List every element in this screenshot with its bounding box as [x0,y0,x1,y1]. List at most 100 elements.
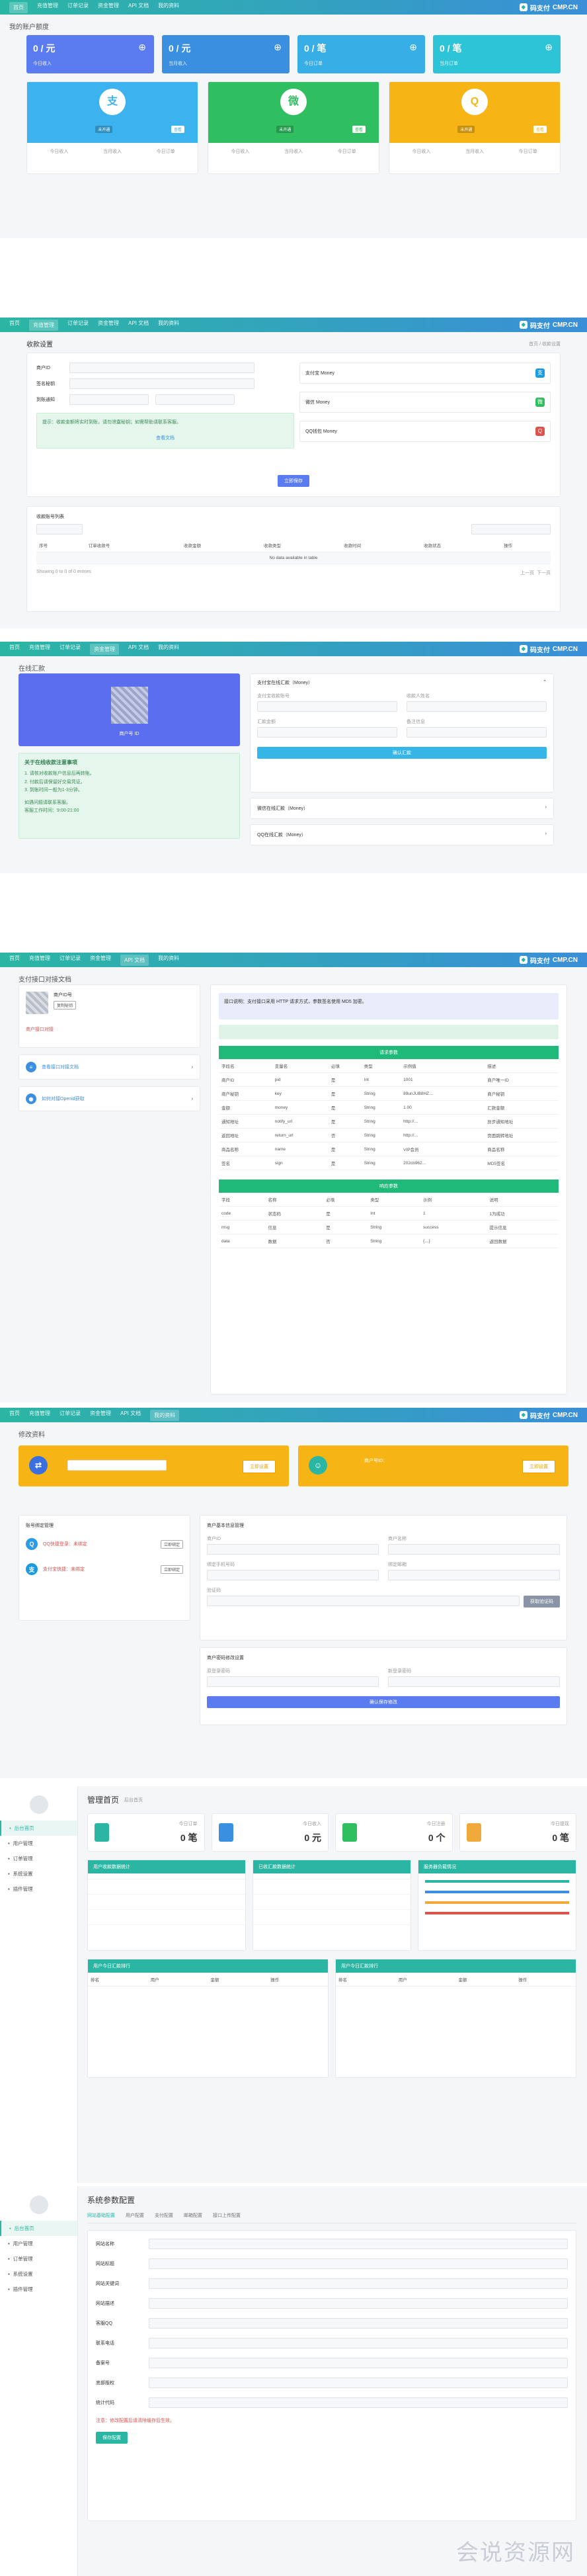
alipay-account-input[interactable] [257,701,397,712]
nav-item[interactable]: 充值管理 [29,955,50,966]
channel-view-button[interactable]: 查看 [533,126,547,133]
copy-key-button[interactable]: 复制秘钥 [54,1001,77,1009]
channel-view-button[interactable]: 查看 [171,126,184,133]
bind-button[interactable]: 立即绑定 [160,1539,183,1549]
sidebar-item[interactable]: ▪ 订单管理 [0,2251,77,2266]
nav-item[interactable]: 首页 [9,1410,20,1421]
nav-item[interactable]: 资金管理 [90,643,119,655]
bind-button[interactable]: 立即绑定 [160,1565,183,1574]
column-header[interactable]: 订单收款号 [85,538,181,552]
brand-logo[interactable]: ◆ 码支付 CMP.CN [519,644,578,654]
channel-view-button[interactable]: 查看 [352,126,366,133]
merchant-name-input[interactable] [388,1544,560,1555]
remit-panel-qq[interactable]: QQ在线汇款（Money） › [250,824,554,845]
nav-item[interactable]: 首页 [9,1,28,13]
config-input[interactable] [149,2318,568,2329]
nav-item[interactable]: 资金管理 [98,320,119,331]
nav-item[interactable]: 资金管理 [90,1410,111,1421]
nav-item[interactable]: 订单记录 [67,320,89,331]
sidebar-item[interactable]: ▪ 系统设置 [0,2266,77,2282]
next-page-button[interactable]: 下一页 [537,570,551,576]
banner-select[interactable] [67,1460,167,1471]
config-input[interactable] [149,2278,568,2289]
sidebar-item[interactable]: ▪ 系统设置 [0,1866,77,1881]
nav-item[interactable]: 资金管理 [90,955,111,966]
nav-item[interactable]: 我的资料 [158,320,179,331]
old-password-input[interactable] [207,1676,379,1687]
remit-panel-wechat[interactable]: 微信在线汇款（Money） › [250,798,554,819]
banner-set-button[interactable]: 立即设置 [243,1460,276,1473]
banner-set-button[interactable]: 立即设置 [522,1460,555,1473]
merchant-id-field[interactable] [69,363,254,373]
tab[interactable]: 支付配置 [155,2212,173,2219]
phone-input[interactable] [207,1570,379,1580]
sidebar-item[interactable]: ▪ 用户管理 [0,2236,77,2251]
merchant-id-input[interactable] [207,1544,379,1555]
amount-input[interactable] [257,727,397,738]
column-header[interactable]: 收款时间 [341,538,422,552]
nav-item[interactable]: 我的资料 [150,1409,180,1421]
brand-logo[interactable]: ◆ 码支付 CMP.CN [519,3,578,13]
sidebar-item[interactable]: ▪ 后台首页 [0,1821,77,1836]
nav-item[interactable]: API 文档 [128,320,149,331]
save-button[interactable]: 立即保存 [278,475,309,487]
nav-item[interactable]: 首页 [9,644,20,655]
column-header[interactable]: 操作 [501,538,551,552]
notice-link[interactable]: 查看文档 [42,435,288,441]
nav-item[interactable]: 充值管理 [29,644,50,655]
config-input[interactable] [149,2358,568,2368]
openid-link-row[interactable]: ◉ 如何对接Openid获取 › [19,1086,200,1111]
tab[interactable]: 接口上传配置 [213,2212,241,2219]
new-password-input[interactable] [388,1676,560,1687]
remark-input[interactable] [407,727,547,738]
config-input[interactable] [149,2258,568,2269]
tab[interactable]: 网站基础配置 [87,2212,115,2219]
payee-name-input[interactable] [407,701,547,712]
sidebar-item[interactable]: ▪ 用户管理 [0,1836,77,1851]
secret-key-field[interactable] [69,378,254,389]
config-input[interactable] [149,2298,568,2309]
account-row[interactable]: 微信 Money 微 [299,392,551,413]
config-input[interactable] [149,2239,568,2249]
sidebar-item[interactable]: ▪ 订单管理 [0,1851,77,1866]
config-input[interactable] [149,2397,568,2408]
column-header[interactable]: 收款状态 [421,538,502,552]
nav-item[interactable]: 首页 [9,955,20,966]
sidebar-item[interactable]: ▪ 插件管理 [0,1881,77,1897]
nav-item[interactable]: API 文档 [120,954,149,966]
save-profile-button[interactable]: 确认保存修改 [207,1696,560,1708]
brand-logo[interactable]: ◆ 码支付 CMP.CN [519,320,578,330]
nav-item[interactable]: 充值管理 [37,2,58,13]
get-captcha-button[interactable]: 获取验证码 [524,1596,560,1608]
config-input[interactable] [149,2378,568,2388]
sidebar-item[interactable]: ▪ 插件管理 [0,2282,77,2297]
brand-logo[interactable]: ◆ 码支付 CMP.CN [519,955,578,965]
nav-item[interactable]: 我的资料 [158,2,179,13]
nav-item[interactable]: 充值管理 [29,1410,50,1421]
page-size-select[interactable] [36,524,83,535]
tab[interactable]: 用户配置 [126,2212,144,2219]
nav-item[interactable]: 订单记录 [59,1410,81,1421]
breadcrumb[interactable]: 首页 / 收款设置 [529,341,561,347]
account-row[interactable]: QQ钱包 Money Q [299,421,551,442]
notify-field[interactable] [155,394,235,405]
brand-logo[interactable]: ◆ 码支付 CMP.CN [519,1410,578,1420]
column-header[interactable]: 收款类型 [261,538,342,552]
panel-title[interactable]: 支付宝在线汇款（Money） [257,679,313,686]
nav-item[interactable]: 订单记录 [59,644,81,655]
doc-link-row[interactable]: ≡ 查看接口对接文档 › [19,1054,200,1080]
sidebar-item[interactable]: ▪ 后台首页 [0,2221,77,2236]
submit-remit-button[interactable]: 确认汇款 [257,747,547,759]
breadcrumb[interactable]: 后台首页 [124,1797,143,1803]
captcha-input[interactable] [207,1596,520,1606]
prev-page-button[interactable]: 上一页 [520,570,534,576]
chevron-up-icon[interactable]: ⌃ [543,679,547,686]
nav-item[interactable]: 订单记录 [67,2,89,13]
table-search-input[interactable] [471,524,551,535]
account-row[interactable]: 支付宝 Money 支 [299,363,551,384]
nav-item[interactable]: API 文档 [128,644,149,655]
config-input[interactable] [149,2338,568,2348]
tab[interactable]: 邮箱配置 [184,2212,202,2219]
email-input[interactable] [388,1570,560,1580]
nav-item[interactable]: 我的资料 [158,955,179,966]
